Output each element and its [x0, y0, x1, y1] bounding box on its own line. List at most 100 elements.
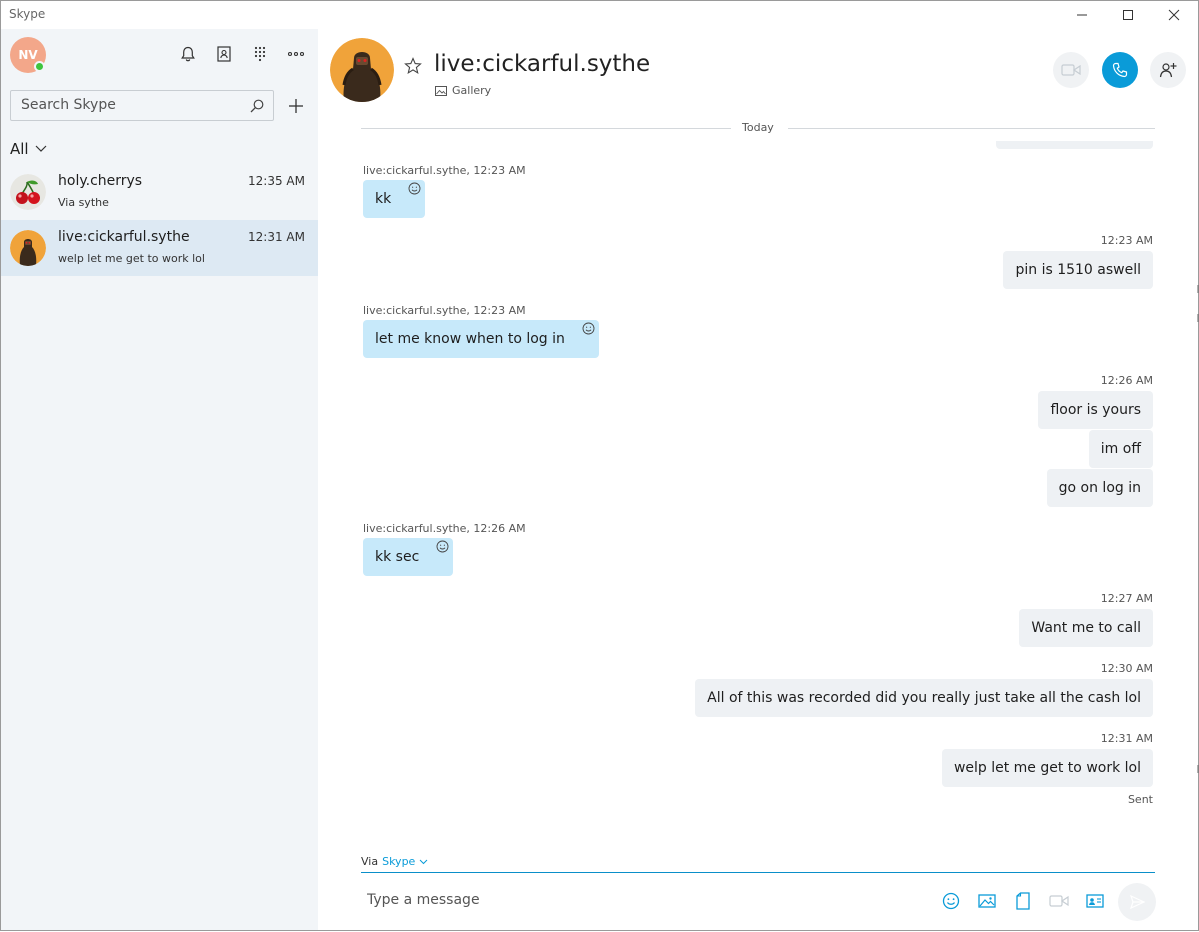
avatar: [10, 174, 46, 210]
message-text: Want me to call: [1031, 620, 1141, 636]
divider: [361, 128, 731, 129]
close-icon: [1168, 9, 1180, 21]
new-chat-button[interactable]: [285, 95, 307, 117]
conversation-name: live:cickarful.sythe: [58, 229, 190, 245]
sidebar: NV All: [1, 29, 318, 930]
via-service-label: Skype: [382, 855, 416, 868]
contacts-button[interactable]: [213, 43, 235, 65]
composer-underline: [361, 872, 1155, 873]
message-text: welp let me get to work lol: [953, 760, 1141, 776]
gallery-label: Gallery: [452, 84, 492, 97]
notifications-button[interactable]: [177, 43, 199, 65]
send-button[interactable]: [1118, 883, 1156, 921]
audio-call-button[interactable]: [1102, 52, 1138, 88]
send-contact-button[interactable]: [1085, 891, 1105, 911]
presence-online-indicator: [34, 61, 45, 72]
send-file-button[interactable]: [1013, 891, 1033, 911]
conversation-preview: Via sythe: [58, 196, 109, 209]
plus-icon: [289, 99, 303, 113]
dialpad-button[interactable]: [249, 43, 271, 65]
message-meta: 12:31 AM: [1100, 732, 1153, 745]
maximize-button[interactable]: [1105, 1, 1151, 29]
message-bubble-outgoing[interactable]: go on log in: [1046, 469, 1153, 507]
chevron-down-icon: [35, 145, 47, 152]
message-text: im off: [1100, 441, 1141, 457]
smiley-reaction-icon[interactable]: [436, 540, 449, 553]
smiley-reaction-icon[interactable]: [582, 322, 595, 335]
message-bubble-outgoing[interactable]: floor is yours: [1038, 391, 1153, 429]
character-avatar-icon: [330, 38, 394, 102]
my-initials: NV: [18, 48, 38, 62]
divider: [788, 128, 1155, 129]
emoji-icon: [942, 892, 960, 910]
conversation-item-active[interactable]: live:cickarful.sythe 12:31 AM welp let m…: [1, 220, 318, 276]
message-bubble-incoming[interactable]: kk sec: [363, 538, 454, 576]
send-image-button[interactable]: [977, 891, 997, 911]
avatar: [10, 230, 46, 266]
via-service-selector[interactable]: Via Skype: [361, 855, 428, 868]
message-bubble-outgoing[interactable]: welp let me get to work lol: [941, 749, 1153, 787]
video-message-button[interactable]: [1049, 891, 1069, 911]
smiley-reaction-icon[interactable]: [408, 182, 421, 195]
message-status-sent: Sent: [1127, 793, 1153, 806]
message-bubble-outgoing[interactable]: All of this was recorded did you really …: [695, 679, 1153, 717]
date-divider-label: Today: [742, 121, 774, 134]
conversation-time: 12:31 AM: [248, 230, 305, 244]
message-input[interactable]: [367, 892, 887, 908]
video-camera-icon: [1061, 64, 1081, 76]
dialpad-icon: [254, 46, 266, 62]
add-people-button[interactable]: [1150, 52, 1186, 88]
message-meta: live:cickarful.sythe, 12:26 AM: [363, 522, 526, 535]
message-meta: 12:30 AM: [1100, 662, 1153, 675]
conversation-filter-dropdown[interactable]: All: [10, 140, 47, 158]
bell-icon: [181, 46, 195, 62]
maximize-icon: [1123, 10, 1133, 20]
conversation-preview: welp let me get to work lol: [58, 252, 205, 265]
cherry-icon: [10, 174, 46, 210]
favorite-star-icon[interactable]: [404, 57, 422, 75]
message-text: floor is yours: [1050, 402, 1141, 418]
message-bubble-outgoing[interactable]: im off: [1088, 430, 1153, 468]
message-text: All of this was recorded did you really …: [707, 690, 1141, 706]
search-input[interactable]: [21, 97, 241, 113]
message-meta: live:cickarful.sythe, 12:23 AM: [363, 164, 526, 177]
close-button[interactable]: [1151, 1, 1197, 29]
character-avatar-icon: [10, 230, 46, 266]
message-meta: 12:23 AM: [1100, 234, 1153, 247]
gallery-link[interactable]: Gallery: [435, 84, 491, 97]
add-person-icon: [1159, 63, 1177, 78]
video-call-button[interactable]: [1053, 52, 1089, 88]
message-bubble-outgoing[interactable]: pin is 1510 aswell: [1003, 251, 1153, 289]
video-message-icon: [1049, 895, 1069, 907]
send-arrow-icon: [1129, 894, 1145, 910]
app-title: Skype: [9, 7, 46, 21]
phone-icon: [1112, 62, 1128, 78]
message-meta: 12:26 AM: [1100, 374, 1153, 387]
minimize-button[interactable]: [1059, 1, 1105, 29]
chevron-down-icon: [419, 859, 428, 864]
image-icon: [978, 894, 996, 908]
more-dots-icon: [287, 51, 305, 57]
message-meta: 12:27 AM: [1100, 592, 1153, 605]
search-box: [10, 90, 274, 121]
message-bubble-incoming[interactable]: let me know when to log in: [363, 320, 599, 358]
more-options-button[interactable]: [285, 43, 307, 65]
search-icon[interactable]: [249, 98, 265, 114]
filter-label: All: [10, 140, 29, 158]
chat-title: live:cickarful.sythe: [434, 51, 651, 77]
contact-card-icon: [1086, 894, 1104, 908]
conversation-item[interactable]: holy.cherrys 12:35 AM Via sythe: [1, 164, 318, 220]
chat-pane: live:cickarful.sythe Gallery Today live:…: [318, 29, 1198, 930]
message-text: go on log in: [1058, 480, 1141, 496]
message-bubble-incoming[interactable]: kk: [363, 180, 426, 218]
message-bubble-outgoing[interactable]: Want me to call: [1019, 609, 1153, 647]
conversation-time: 12:35 AM: [248, 174, 305, 188]
conversation-name: holy.cherrys: [58, 173, 143, 189]
emoji-button[interactable]: [941, 891, 961, 911]
message-text: let me know when to log in: [375, 331, 565, 347]
title-bar: Skype: [1, 1, 1198, 29]
via-prefix: Via: [361, 855, 379, 868]
contact-avatar[interactable]: [330, 38, 394, 102]
skype-window: Skype NV Search Skype All holy.cherrys 1…: [0, 0, 1199, 931]
message-text: kk: [375, 191, 392, 207]
